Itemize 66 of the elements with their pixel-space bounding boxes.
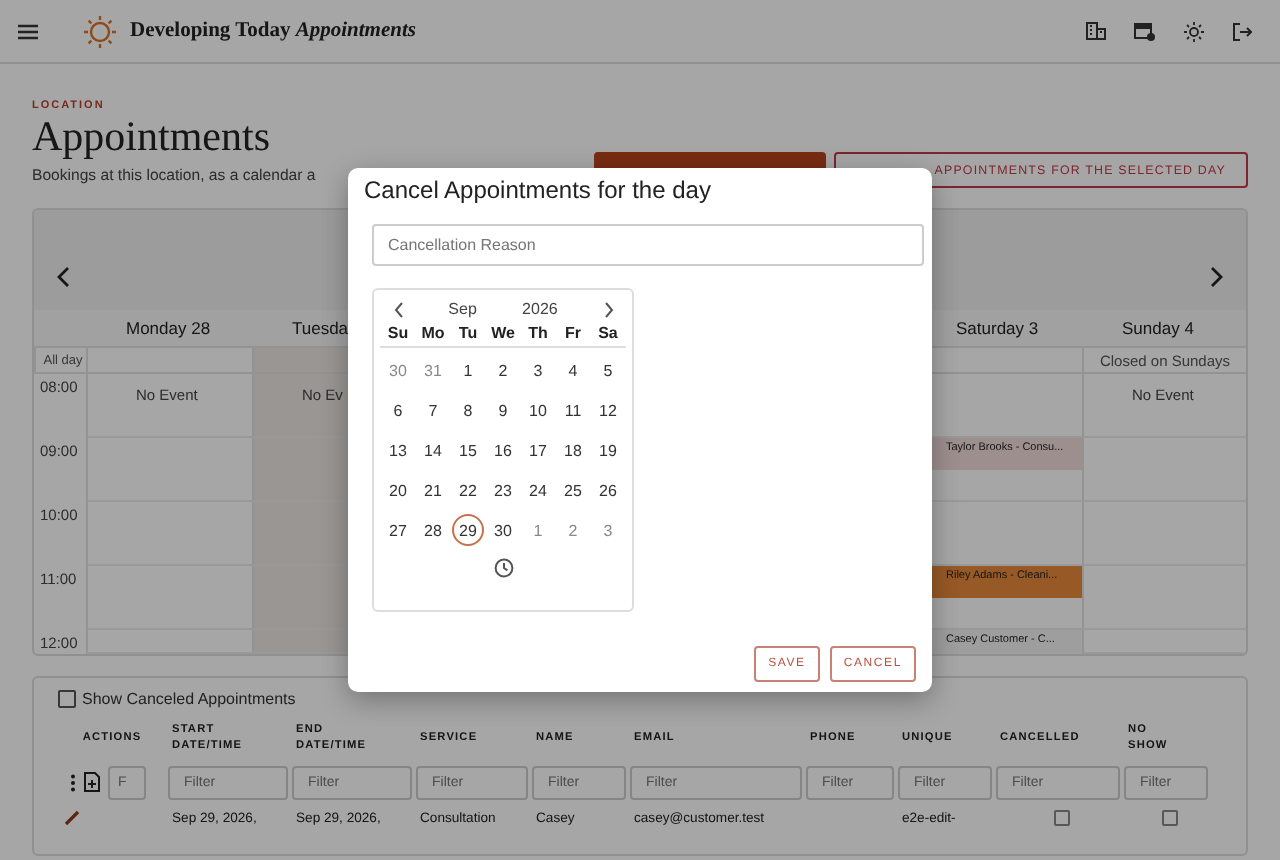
day-cell[interactable]: 2 <box>558 514 588 546</box>
day-cell[interactable]: 10 <box>523 394 553 426</box>
dialog-title: Cancel Appointments for the day <box>364 176 711 204</box>
day-cell[interactable]: 29 <box>452 514 484 546</box>
day-cell[interactable]: 30 <box>488 514 518 546</box>
day-cell[interactable]: 2 <box>488 354 518 386</box>
day-cell[interactable]: 8 <box>453 394 483 426</box>
sun-icon[interactable] <box>1184 21 1204 41</box>
day-cell[interactable]: 3 <box>593 514 623 546</box>
chevron-right-icon[interactable] <box>1210 266 1224 289</box>
day-cell[interactable]: 26 <box>593 474 623 506</box>
sun-logo-icon <box>82 13 118 49</box>
document-icon[interactable] <box>84 772 100 793</box>
day-cell[interactable]: 15 <box>453 434 483 466</box>
chevron-left-icon[interactable] <box>393 301 403 317</box>
day-cell[interactable]: 16 <box>488 434 518 466</box>
building-icon[interactable] <box>1086 22 1106 40</box>
day-cell[interactable]: 22 <box>453 474 483 506</box>
day-cell[interactable]: 21 <box>418 474 448 506</box>
day-cell[interactable]: 6 <box>383 394 413 426</box>
day-header[interactable]: Sunday 4 <box>1082 310 1246 349</box>
day-cell[interactable]: 11 <box>558 394 588 426</box>
day-cell[interactable]: 28 <box>418 514 448 546</box>
day-cell[interactable]: 3 <box>523 354 553 386</box>
day-cell[interactable]: 18 <box>558 434 588 466</box>
clock-icon[interactable] <box>493 558 513 578</box>
day-cell[interactable]: 14 <box>418 434 448 466</box>
chevron-left-icon[interactable] <box>56 266 70 289</box>
day-cell[interactable]: 23 <box>488 474 518 506</box>
day-cell[interactable]: 9 <box>488 394 518 426</box>
menu-icon[interactable] <box>18 23 38 39</box>
checkbox-label: Show Canceled Appointments <box>82 690 296 709</box>
weekday-label: Fr <box>565 324 581 342</box>
logout-icon[interactable] <box>1232 21 1252 41</box>
day-header[interactable]: Monday 28 <box>86 310 252 349</box>
day-cell[interactable]: 13 <box>383 434 413 466</box>
weekday-label: We <box>491 324 515 342</box>
month-label[interactable]: Sep <box>448 300 477 318</box>
day-cell[interactable]: 12 <box>593 394 623 426</box>
weekday-label: Mo <box>421 324 445 342</box>
day-cell[interactable]: 19 <box>593 434 623 466</box>
weekday-label: Tu <box>458 324 478 342</box>
day-cell[interactable]: 5 <box>593 354 623 386</box>
day-cell[interactable]: 1 <box>453 354 483 386</box>
reason-field[interactable]: Cancellation Reason <box>372 224 924 266</box>
kebab-menu-icon[interactable] <box>70 773 76 792</box>
weekday-label: Su <box>387 324 409 342</box>
chevron-right-icon[interactable] <box>603 301 613 317</box>
day-cell[interactable]: 27 <box>383 514 413 546</box>
year-label[interactable]: 2026 <box>522 300 558 318</box>
weekday-label: Th <box>528 324 548 342</box>
day-cell[interactable]: 4 <box>558 354 588 386</box>
day-cell[interactable]: 1 <box>523 514 553 546</box>
day-cell[interactable]: 25 <box>558 474 588 506</box>
page-title: Appointments <box>32 114 270 161</box>
checkbox[interactable] <box>58 690 76 709</box>
checkbox[interactable] <box>1053 810 1069 827</box>
pencil-icon[interactable] <box>64 810 80 827</box>
checkbox[interactable] <box>1161 810 1177 827</box>
weekday-label: Sa <box>598 324 618 342</box>
day-cell[interactable]: 7 <box>418 394 448 426</box>
day-cell[interactable]: 20 <box>383 474 413 506</box>
day-cell[interactable]: 17 <box>523 434 553 466</box>
app-title: Developing Today Appointments <box>130 20 416 42</box>
day-cell[interactable]: 31 <box>418 354 448 386</box>
day-cell[interactable]: 24 <box>523 474 553 506</box>
